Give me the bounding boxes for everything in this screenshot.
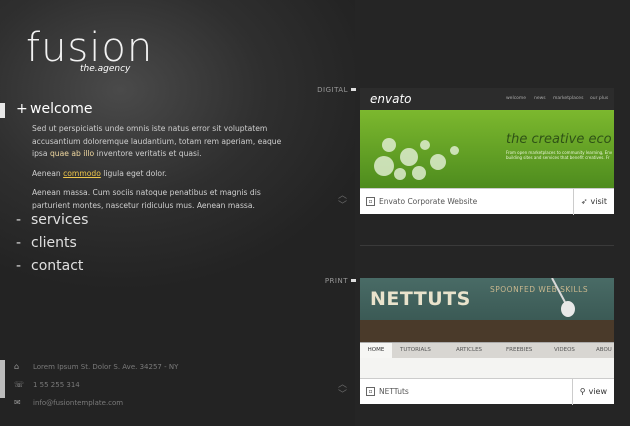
chevron-up-icon[interactable]: ︿ bbox=[338, 380, 347, 390]
nav-item-contact[interactable]: - contact bbox=[16, 258, 83, 274]
text: building sites and services that benefit… bbox=[506, 155, 610, 160]
contact-email[interactable]: ✉ info@fusiontemplate.com bbox=[14, 398, 123, 407]
contact-phone: ☏ 1 55 255 314 bbox=[14, 380, 80, 389]
nettuts-body bbox=[360, 358, 614, 378]
section-label-digital: DIGITAL bbox=[317, 86, 348, 94]
logo-wordmark: fusion bbox=[26, 25, 154, 71]
envato-subtext: From open marketplaces to community lear… bbox=[506, 150, 612, 160]
envato-hero bbox=[360, 110, 614, 188]
collapse-indicator: - bbox=[16, 258, 22, 274]
welcome-paragraph-2: Aenean commodo ligula eget dolor. bbox=[32, 168, 292, 181]
contact-address: ⌂ Lorem Ipsum St. Dolor S. Ave. 34257 - N… bbox=[14, 362, 178, 371]
nettuts-nav-item: ARTICLES bbox=[456, 347, 483, 353]
bokeh bbox=[382, 138, 396, 152]
welcome-paragraph-3: Aenean massa. Cum sociis natoque penatib… bbox=[32, 188, 261, 210]
button-label: visit bbox=[590, 197, 607, 206]
welcome-content: Sed ut perspiciatis unde omnis iste natu… bbox=[32, 123, 292, 220]
nettuts-thumbnail[interactable]: NETTUTS SPOONFED WEB SKILLS HOME TUTORIA… bbox=[360, 278, 614, 378]
nav-item-label: welcome bbox=[30, 101, 93, 117]
nettuts-banner bbox=[360, 320, 614, 342]
home-icon: ⌂ bbox=[14, 362, 20, 371]
envato-thumbnail[interactable]: envato welcome news marketplaces our plu… bbox=[360, 88, 614, 188]
card-title: Envato Corporate Website bbox=[379, 197, 478, 206]
bokeh bbox=[400, 148, 418, 166]
envato-nav-item: news bbox=[534, 96, 546, 101]
nav-item-label: clients bbox=[31, 235, 77, 251]
logo[interactable]: fusion the.agency bbox=[26, 25, 154, 74]
visit-button[interactable]: ➶ visit bbox=[572, 188, 614, 215]
nettuts-nav: HOME TUTORIALS ARTICLES FREEBIES VIDEOS … bbox=[360, 342, 614, 358]
nav-item-label: contact bbox=[31, 258, 84, 274]
section-divider bbox=[360, 245, 614, 246]
bokeh bbox=[374, 156, 394, 176]
nav-item-label: services bbox=[31, 212, 89, 228]
collapse-indicator: - bbox=[16, 235, 22, 251]
bokeh bbox=[412, 166, 426, 180]
text: inventore veritatis et quasi. bbox=[94, 149, 202, 159]
active-nav-marker bbox=[0, 103, 5, 118]
bokeh bbox=[420, 140, 430, 150]
section-tick bbox=[351, 88, 356, 91]
email-text[interactable]: info@fusiontemplate.com bbox=[33, 399, 123, 407]
expand-indicator: + bbox=[16, 101, 28, 117]
envato-nav-item: welcome bbox=[506, 96, 527, 101]
address-text: Lorem Ipsum St. Dolor S. Ave. 34257 - NY bbox=[33, 363, 179, 371]
envato-headline: the creative eco bbox=[506, 132, 612, 147]
card-caption: ▫ NETTuts ⚲ view bbox=[360, 378, 614, 405]
bokeh bbox=[430, 154, 446, 170]
nettuts-nav-item: VIDEOS bbox=[554, 347, 575, 353]
portfolio-card-nettuts[interactable]: NETTUTS SPOONFED WEB SKILLS HOME TUTORIA… bbox=[360, 278, 614, 405]
nettuts-logo: NETTUTS bbox=[370, 288, 471, 310]
nettuts-nav-item: TUTORIALS bbox=[400, 347, 431, 353]
image-icon: ▫ bbox=[366, 387, 375, 396]
section-tick bbox=[351, 279, 356, 282]
image-icon: ▫ bbox=[366, 197, 375, 206]
chevron-up-icon[interactable]: ︿ bbox=[338, 191, 347, 201]
logo-tagline: the.agency bbox=[80, 64, 131, 74]
card-caption: ▫ Envato Corporate Website ➶ visit bbox=[360, 188, 614, 215]
nav-item-welcome[interactable]: + welcome bbox=[16, 101, 92, 117]
envato-logo: envato bbox=[370, 92, 412, 106]
collapse-indicator: - bbox=[16, 212, 22, 228]
phone-icon: ☏ bbox=[14, 380, 25, 389]
envato-nav-item: marketplaces bbox=[553, 96, 584, 101]
contact-marker bbox=[0, 360, 5, 398]
nettuts-nav-item: FREEBIES bbox=[506, 347, 533, 353]
button-label: view bbox=[588, 387, 607, 396]
chevron-down-icon[interactable]: ﹀ bbox=[338, 390, 347, 400]
commodo-link[interactable]: commodo bbox=[63, 169, 101, 178]
nav-item-clients[interactable]: - clients bbox=[16, 235, 77, 251]
pointer-icon: ➶ bbox=[580, 197, 588, 206]
mail-icon: ✉ bbox=[14, 398, 21, 407]
text: Aenean bbox=[32, 168, 64, 178]
section-label-print: PRINT bbox=[324, 277, 348, 285]
chevron-down-icon[interactable]: ﹀ bbox=[338, 201, 347, 211]
card-title: NETTuts bbox=[379, 387, 409, 396]
magnifier-icon: ⚲ bbox=[579, 387, 586, 396]
welcome-paragraph-1: Sed ut perspiciatis unde omnis iste natu… bbox=[32, 123, 292, 161]
nettuts-nav-item: ABOU bbox=[596, 347, 612, 353]
view-button[interactable]: ⚲ view bbox=[571, 378, 614, 405]
spoon-illustration bbox=[551, 278, 575, 317]
text: ligula eget dolor. bbox=[100, 168, 167, 178]
envato-nav-item: our plus bbox=[590, 96, 609, 101]
bokeh bbox=[394, 168, 406, 180]
highlight-text: quae ab illo bbox=[49, 149, 95, 159]
bokeh bbox=[450, 146, 459, 155]
carousel-arrows[interactable]: ︿ ﹀ bbox=[338, 191, 347, 211]
phone-text: 1 55 255 314 bbox=[33, 381, 80, 389]
nettuts-nav-item: HOME bbox=[360, 343, 392, 358]
portfolio-card-envato[interactable]: envato welcome news marketplaces our plu… bbox=[360, 88, 614, 215]
nav-item-services[interactable]: - services bbox=[16, 212, 88, 228]
carousel-arrows[interactable]: ︿ ﹀ bbox=[338, 380, 347, 400]
